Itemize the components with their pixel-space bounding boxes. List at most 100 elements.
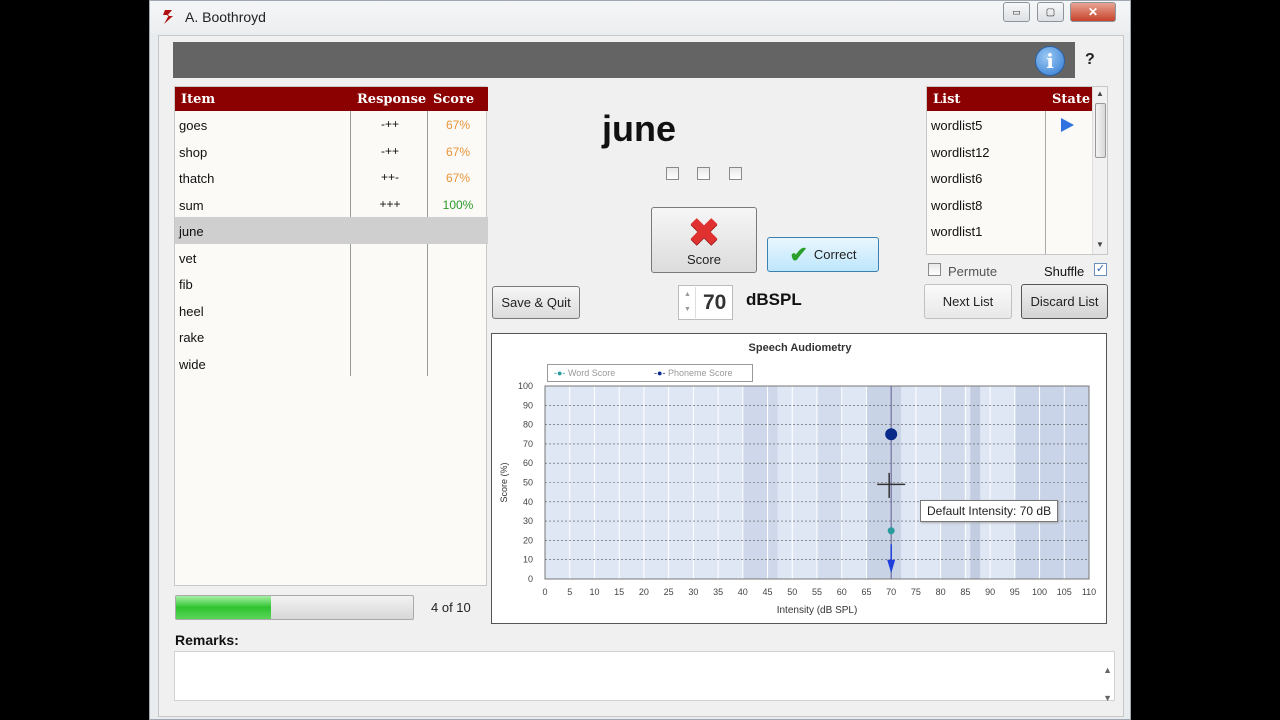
chart-title: Speech Audiometry (748, 342, 852, 354)
x-tick-label: 60 (837, 587, 847, 597)
phoneme-checkbox-2[interactable] (697, 167, 710, 180)
x-tick-label: 110 (1082, 587, 1096, 597)
list-item[interactable]: wordlist5 (931, 118, 982, 133)
y-tick-label: 20 (523, 535, 533, 545)
intensity-value: 70 (703, 291, 727, 314)
item-word: vet (179, 250, 197, 266)
x-tick-label: 30 (688, 587, 698, 597)
close-icon: ✕ (1087, 5, 1099, 19)
column-header-score[interactable]: Score (433, 92, 474, 107)
column-header-list[interactable]: List (933, 92, 960, 107)
y-tick-label: 90 (523, 400, 533, 410)
y-tick-label: 100 (518, 381, 533, 391)
plot-band (742, 386, 778, 579)
minimize-icon: ▭ (1012, 6, 1021, 17)
main-panel: i ? Item Response Score goes -++ 67% shop -+… (158, 35, 1124, 717)
item-word: sum (179, 197, 204, 213)
item-word: thatch (179, 171, 215, 186)
scroll-down-icon[interactable]: ▼ (1096, 240, 1104, 249)
x-tick-label: 35 (713, 587, 723, 597)
item-word: wide (179, 356, 206, 372)
stepper-arrows[interactable]: ▲ ▼ (680, 287, 696, 318)
score-button-label: Score (687, 251, 721, 267)
title-bar[interactable]: A. Boothroyd ▭ ▢ ✕ (150, 1, 1130, 33)
save-quit-button[interactable]: Save & Quit (492, 286, 580, 319)
column-header-response[interactable]: Response (357, 92, 426, 107)
maximize-button[interactable]: ▢ (1037, 2, 1064, 22)
info-icon[interactable]: i (1035, 46, 1065, 76)
minimize-button[interactable]: ▭ (1003, 2, 1030, 22)
item-score: 67% (445, 144, 471, 159)
current-word: june (601, 108, 676, 149)
item-word: rake (179, 330, 205, 345)
progress-label: 4 of 10 (431, 600, 471, 615)
y-axis-label: Score (%) (499, 462, 509, 502)
table-row[interactable]: goes -++ 67% (175, 111, 488, 138)
shuffle-checkbox[interactable]: ✓ (1094, 263, 1107, 276)
item-word: heel (179, 303, 204, 319)
intensity-tooltip: Default Intensity: 70 dB (920, 500, 1059, 522)
x-tick-label: 70 (886, 587, 896, 597)
table-row[interactable]: wide (175, 350, 488, 377)
checkmark-icon: ✔ (789, 241, 808, 267)
x-tick-label: 40 (738, 587, 748, 597)
column-header-state[interactable]: State (1052, 92, 1090, 107)
x-tick-label: 5 (567, 587, 572, 597)
help-icon[interactable]: ? (1085, 51, 1095, 69)
table-row[interactable]: rake (175, 323, 488, 350)
scroll-thumb[interactable] (1095, 103, 1106, 158)
list-item[interactable]: wordlist12 (931, 145, 990, 160)
list-item[interactable]: wordlist8 (931, 198, 982, 213)
phoneme-checkbox-1[interactable] (666, 167, 679, 180)
wordlist-scrollbar[interactable]: ▲ ▼ (1092, 87, 1107, 254)
item-response: -++ (380, 143, 399, 158)
list-item[interactable]: wordlist1 (931, 224, 982, 239)
table-row[interactable]: june (175, 217, 488, 244)
close-button[interactable]: ✕ (1070, 2, 1116, 22)
x-tick-label: 95 (1010, 587, 1020, 597)
scroll-up-icon[interactable]: ▲ (1096, 89, 1104, 98)
table-row[interactable]: thatch ++- 67% (175, 164, 488, 191)
table-row[interactable]: sum +++ 100% (175, 191, 488, 218)
x-tick-label: 65 (861, 587, 871, 597)
list-item[interactable]: wordlist6 (931, 171, 982, 186)
y-tick-label: 50 (523, 478, 533, 488)
item-response: +++ (379, 196, 401, 211)
intensity-unit: dBSPL (746, 290, 802, 309)
shuffle-label: Shuffle (1044, 264, 1085, 279)
table-row[interactable]: heel (175, 297, 488, 324)
permute-checkbox[interactable] (928, 263, 941, 276)
column-divider (1045, 111, 1046, 254)
item-word: june (179, 224, 204, 239)
legend-word-score-label: Word Score (567, 368, 616, 378)
table-row[interactable]: fib (175, 270, 488, 297)
correct-button[interactable]: ✔ Correct (767, 237, 879, 272)
phoneme-checkbox-3[interactable] (729, 167, 742, 180)
items-table: Item Response Score goes -++ 67% shop -++ 67%… (174, 86, 488, 586)
remarks-label: Remarks: (175, 632, 239, 648)
score-button[interactable]: ✖ Score (651, 207, 757, 273)
x-tick-label: 20 (639, 587, 649, 597)
intensity-stepper[interactable]: ▲ ▼ 70 (678, 285, 733, 320)
progress-bar (175, 595, 414, 620)
x-axis-label: Intensity (dB SPL) (777, 605, 858, 616)
wordlist-table-header: List State (927, 87, 1092, 111)
item-score: 100% (442, 197, 474, 212)
x-tick-label: 15 (614, 587, 624, 597)
item-score: 67% (445, 171, 471, 185)
discard-list-button[interactable]: Discard List (1021, 284, 1108, 319)
legend-phoneme-score-label: Phoneme Score (667, 368, 733, 378)
remarks-scrollbar[interactable]: ▲ ▼ (1103, 656, 1112, 712)
x-tick-label: 25 (664, 587, 674, 597)
remarks-textarea[interactable]: ▲ ▼ (174, 651, 1115, 703)
table-row[interactable]: shop -++ 67% (175, 138, 488, 165)
column-header-item[interactable]: Item (181, 92, 215, 107)
item-score: 67% (445, 118, 471, 132)
items-table-header: Item Response Score (175, 87, 488, 111)
table-row[interactable]: vet (175, 244, 488, 271)
next-list-button[interactable]: Next List (924, 284, 1012, 319)
app-window: A. Boothroyd ▭ ▢ ✕ i ? Item Response Sco… (149, 0, 1131, 720)
x-tick-label: 0 (542, 587, 547, 597)
speech-audiometry-chart[interactable]: 0 5 10 15 20 25 30 35 40 45 50 55 60 65 70 75 80 85 90 95 10… (491, 333, 1107, 624)
x-tick-label: 10 (589, 587, 599, 597)
